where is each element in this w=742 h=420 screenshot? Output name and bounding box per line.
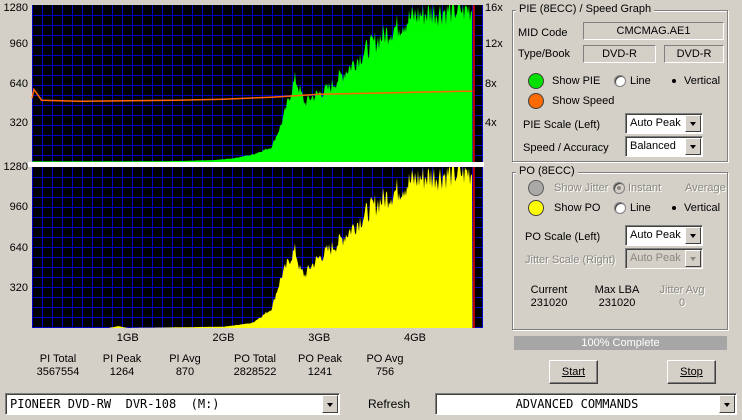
po-left-tick-label: 960	[9, 201, 28, 214]
refresh-label: Refresh	[368, 397, 411, 411]
start-button[interactable]: Start	[549, 360, 598, 384]
show-speed-label[interactable]: Show Speed	[552, 95, 614, 107]
po-scale-label: PO Scale (Left)	[525, 231, 601, 243]
mid-code-label: MID Code	[518, 27, 568, 39]
stat-pi-total: PI Total 3567554	[28, 353, 88, 379]
stat-value: 1241	[307, 366, 333, 378]
show-po-label[interactable]: Show PO	[554, 202, 600, 214]
jitter-scale-select: Auto Peak	[625, 248, 703, 269]
stat-label: PO Avg	[366, 353, 404, 365]
po-line-radio[interactable]	[614, 202, 626, 214]
disc-type-value: DVD-R	[583, 45, 656, 63]
type-book-label: Type/Book	[518, 48, 570, 60]
show-jitter-label: Show Jitter	[554, 182, 609, 194]
pie-scale-selected: Auto Peak	[630, 117, 681, 129]
advanced-commands-selected: ADVANCED COMMANDS	[515, 397, 639, 411]
pie-left-tick-label: 960	[9, 38, 28, 51]
jitter-avg-label: Jitter Avg	[659, 284, 705, 296]
stat-label: PO Total	[234, 353, 276, 365]
chart-separator	[28, 162, 484, 167]
stat-value: 2828522	[233, 366, 277, 378]
speed-accuracy-selected: Balanced	[630, 140, 676, 152]
chevron-down-icon[interactable]	[322, 395, 338, 413]
speed-color-swatch[interactable]	[528, 93, 544, 109]
stop-button-label: Stop	[680, 366, 703, 378]
stat-po-avg: PO Avg 756	[355, 353, 415, 379]
advanced-commands-select[interactable]: ADVANCED COMMANDS	[435, 393, 737, 415]
chevron-down-icon[interactable]	[685, 227, 701, 244]
speed-right-tick-label: 16x	[485, 2, 503, 14]
pie-color-swatch[interactable]	[528, 73, 544, 89]
speed-accuracy-label: Speed / Accuracy	[523, 142, 609, 154]
stat-label: PI Total	[39, 353, 77, 365]
stat-value: 1264	[109, 366, 135, 378]
pie-line-radio[interactable]	[614, 75, 626, 87]
po-group-title: PO (8ECC)	[516, 165, 578, 177]
progress-bar: 100% Complete	[514, 336, 727, 350]
jitter-average-label: Average	[685, 182, 726, 194]
po-color-swatch[interactable]	[528, 200, 544, 216]
po-vertical-label[interactable]: Vertical	[684, 202, 720, 214]
jitter-color-swatch	[528, 180, 544, 196]
po-left-tick-label: 320	[9, 281, 28, 294]
pie-speed-group-title: PIE (8ECC) / Speed Graph	[516, 3, 655, 15]
stat-po-total: PO Total 2828522	[225, 353, 285, 379]
drive-selected: PIONEER DVD-RW DVR-108 (M:)	[10, 397, 220, 411]
pie-scale-label: PIE Scale (Left)	[523, 119, 601, 131]
stat-pi-peak: PI Peak 1264	[92, 353, 152, 379]
stat-label: PI Avg	[169, 353, 201, 365]
stat-label: PI Peak	[102, 353, 142, 365]
current-label: Current	[530, 284, 568, 296]
stat-label: PO Peak	[297, 353, 343, 365]
mid-code-value: CMCMAG.AE1	[583, 22, 724, 40]
pie-vertical-radio[interactable]	[668, 75, 680, 87]
stat-po-peak: PO Peak 1241	[290, 353, 350, 379]
gb-axis-tick-label: 4GB	[403, 332, 426, 344]
max-lba-label: Max LBA	[594, 284, 640, 296]
pie-line-label[interactable]: Line	[630, 75, 651, 87]
stat-value: 870	[175, 366, 195, 378]
speed-right-tick-label: 12x	[485, 38, 503, 51]
pie-vertical-label[interactable]: Vertical	[684, 75, 720, 87]
start-button-label: Start	[561, 366, 586, 378]
pie-left-tick-label: 1280	[3, 2, 28, 14]
po-line-label[interactable]: Line	[630, 202, 651, 214]
po-scale-select[interactable]: Auto Peak	[625, 225, 703, 246]
pie-scale-select[interactable]: Auto Peak	[625, 113, 703, 134]
show-pie-label[interactable]: Show PIE	[552, 75, 600, 87]
chevron-down-icon[interactable]	[719, 395, 735, 413]
po-chart	[32, 167, 483, 328]
po-left-tick-label: 1280	[3, 161, 28, 173]
gb-axis-tick-label: 3GB	[308, 332, 331, 344]
speed-right-tick-label: 8x	[485, 77, 497, 90]
chevron-down-icon[interactable]	[685, 115, 701, 132]
pie-speed-chart	[31, 5, 483, 162]
chevron-down-icon[interactable]	[685, 138, 701, 155]
refresh-link[interactable]: Refresh	[368, 397, 410, 411]
chevron-down-icon	[685, 250, 701, 267]
po-left-tick-label: 640	[9, 241, 28, 254]
po-scale-selected: Auto Peak	[630, 229, 681, 241]
pie-left-tick-label: 640	[9, 77, 28, 90]
drive-select[interactable]: PIONEER DVD-RW DVR-108 (M:)	[5, 393, 340, 415]
stat-pi-avg: PI Avg 870	[155, 353, 215, 379]
book-type-value: DVD-R	[664, 45, 724, 63]
gb-axis-tick-label: 2GB	[212, 332, 235, 344]
gb-axis-tick-label: 1GB	[116, 332, 139, 344]
stat-value: 756	[375, 366, 395, 378]
jitter-avg-value: 0	[678, 297, 686, 309]
speed-accuracy-select[interactable]: Balanced	[625, 136, 703, 157]
pie-left-tick-label: 320	[9, 116, 28, 129]
jitter-scale-selected: Auto Peak	[630, 252, 681, 264]
po-vertical-radio[interactable]	[668, 202, 680, 214]
jitter-average-radio	[670, 182, 682, 194]
current-value: 231020	[530, 297, 568, 309]
speed-right-tick-label: 4x	[485, 116, 497, 129]
jitter-instant-radio	[613, 182, 625, 194]
jitter-instant-label: Instant	[628, 182, 662, 194]
stop-button[interactable]: Stop	[667, 360, 716, 384]
stat-value: 3567554	[36, 366, 80, 378]
max-lba-value: 231020	[598, 297, 636, 309]
jitter-scale-label: Jitter Scale (Right)	[525, 254, 616, 266]
